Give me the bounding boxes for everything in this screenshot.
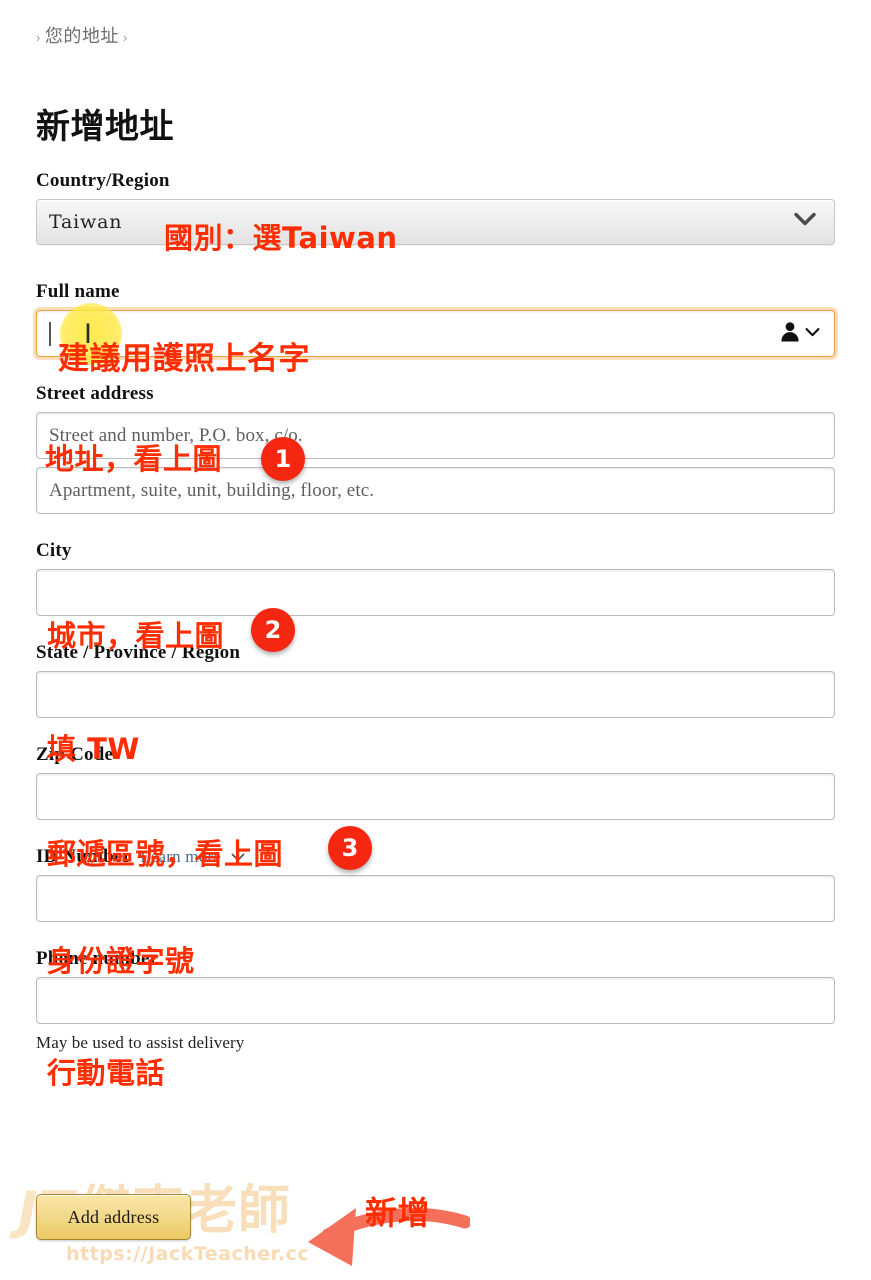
field-street-address-2: Apartment, suite, unit, building, floor,… bbox=[36, 467, 835, 514]
zip-code-input[interactable] bbox=[36, 773, 835, 820]
id-number-input[interactable] bbox=[36, 875, 835, 922]
learn-more-link[interactable]: Learn more bbox=[140, 847, 244, 867]
label-id-number: ID Number bbox=[36, 846, 132, 867]
page-title: 新增地址 bbox=[36, 106, 174, 147]
autofill-person-dropdown[interactable] bbox=[779, 320, 820, 347]
id-number-label-row: ID Number Learn more bbox=[36, 846, 835, 868]
field-city: City bbox=[36, 540, 835, 616]
phone-number-input[interactable] bbox=[36, 977, 835, 1024]
add-address-button[interactable]: Add address bbox=[36, 1194, 191, 1240]
label-state-province-region: State / Province / Region bbox=[36, 642, 241, 663]
breadcrumb-trailing-chevron-icon: › bbox=[122, 30, 128, 45]
field-zip-code: Zip Code bbox=[36, 744, 835, 820]
annotation-submit: 新增 bbox=[365, 1194, 431, 1232]
label-phone-number: Phone number bbox=[36, 948, 159, 969]
field-state-province-region: State / Province / Region bbox=[36, 642, 835, 718]
street-address-2-input[interactable]: Apartment, suite, unit, building, floor,… bbox=[36, 467, 835, 514]
city-input[interactable] bbox=[36, 569, 835, 616]
chevron-down-icon bbox=[794, 212, 816, 232]
field-full-name: Full name bbox=[36, 281, 835, 357]
field-id-number: ID Number Learn more bbox=[36, 846, 835, 922]
field-country-region: Country/Region Taiwan bbox=[36, 170, 835, 245]
field-street-address: Street address Street and number, P.O. b… bbox=[36, 383, 835, 459]
state-province-region-input[interactable] bbox=[36, 671, 835, 718]
chevron-down-icon bbox=[231, 851, 245, 865]
label-zip-code: Zip Code bbox=[36, 744, 114, 765]
label-street-address: Street address bbox=[36, 383, 154, 404]
full-name-input[interactable] bbox=[36, 310, 835, 357]
country-region-select[interactable]: Taiwan bbox=[36, 199, 835, 245]
phone-helper-text: May be used to assist delivery bbox=[36, 1033, 245, 1052]
street-address-input[interactable]: Street and number, P.O. box, c/o. bbox=[36, 412, 835, 459]
watermark-url: https://JackTeacher.cc bbox=[66, 1243, 310, 1265]
learn-more-label: Learn more bbox=[140, 847, 222, 866]
label-city: City bbox=[36, 540, 72, 561]
country-region-value: Taiwan bbox=[49, 211, 123, 233]
chevron-down-icon bbox=[805, 325, 820, 343]
label-country-region: Country/Region bbox=[36, 170, 170, 191]
breadcrumb-link-your-addresses[interactable]: 您的地址 bbox=[41, 26, 123, 46]
add-address-button-label: Add address bbox=[67, 1206, 160, 1227]
annotation-phone: 行動電話 bbox=[47, 1056, 166, 1090]
street-address-2-placeholder: Apartment, suite, unit, building, floor,… bbox=[49, 479, 375, 501]
text-caret bbox=[49, 321, 51, 346]
add-address-page: › 您的地址 › 新增地址 Country/Region Taiwan Full n… bbox=[0, 0, 871, 1280]
breadcrumb: › 您的地址 › bbox=[36, 22, 128, 48]
label-full-name: Full name bbox=[36, 281, 120, 302]
annotation-arrow-icon bbox=[308, 1207, 470, 1266]
person-icon bbox=[779, 320, 801, 347]
address-form: Country/Region Taiwan Full name Street a… bbox=[36, 170, 835, 1055]
field-phone-number: Phone number May be used to assist deliv… bbox=[36, 948, 835, 1053]
street-address-placeholder: Street and number, P.O. box, c/o. bbox=[49, 424, 303, 446]
